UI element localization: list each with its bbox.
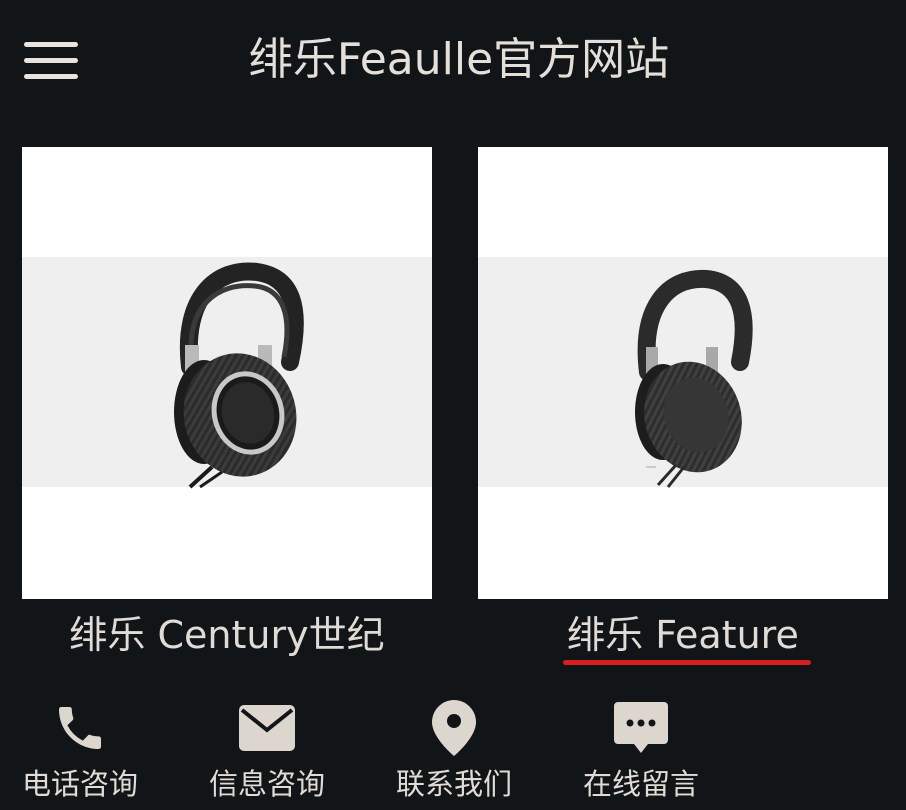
nav-label: 联系我们: [395, 767, 512, 801]
nav-phone-consult[interactable]: 电话咨询: [0, 690, 160, 802]
nav-label: 在线留言: [582, 767, 699, 801]
product-image-feature[interactable]: [478, 147, 888, 599]
phone-icon: [0, 690, 160, 766]
active-underline: [563, 660, 811, 665]
nav-contact-us[interactable]: 联系我们: [374, 690, 534, 802]
location-pin-icon: [374, 690, 534, 766]
product-image-century[interactable]: [22, 147, 432, 599]
bottom-nav: 电话咨询 信息咨询 联系我们 在线留言: [0, 690, 906, 810]
chat-bubble-icon: [561, 690, 721, 766]
headphones-century-photo: [174, 262, 304, 489]
nav-online-message[interactable]: 在线留言: [561, 690, 721, 802]
product-name-feature[interactable]: 绯乐 Feature: [478, 599, 888, 671]
nav-label: 电话咨询: [21, 767, 138, 801]
mail-icon: [187, 690, 347, 766]
header: 绯乐Feaulle官方网站: [0, 0, 906, 120]
product-name-century[interactable]: 绯乐 Century世纪: [22, 599, 432, 671]
product-name-feature-label: 绯乐 Feature: [563, 599, 811, 671]
nav-label: 信息咨询: [208, 767, 325, 801]
site-title: 绯乐Feaulle官方网站: [248, 34, 670, 85]
nav-message-consult[interactable]: 信息咨询: [187, 690, 347, 802]
product-card-century[interactable]: 绯乐 Century世纪: [22, 147, 432, 671]
product-card-feature[interactable]: 绯乐 Feature: [478, 147, 888, 671]
headphones-feature-photo: [635, 269, 753, 488]
